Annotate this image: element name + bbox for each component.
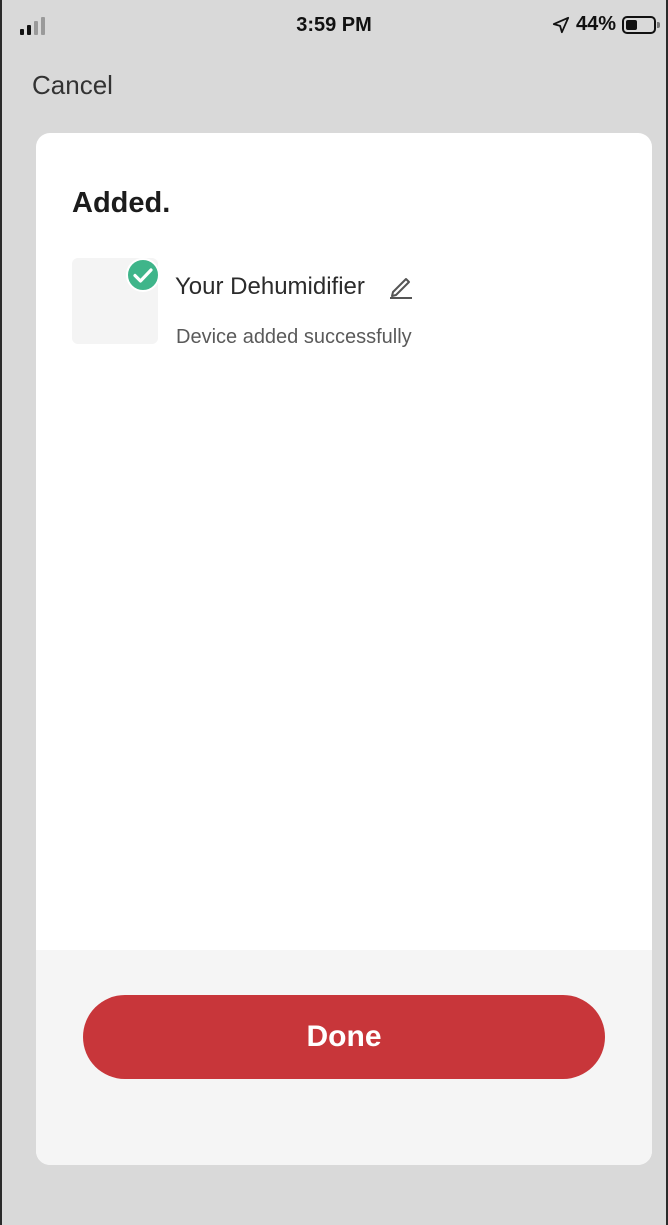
done-button[interactable]: Done <box>83 995 605 1079</box>
status-right-group: 44% <box>552 13 660 36</box>
cancel-button[interactable]: Cancel <box>32 70 113 101</box>
check-circle-icon <box>126 258 160 292</box>
edit-pencil-icon[interactable] <box>387 272 415 300</box>
device-name: Your Dehumidifier <box>175 273 365 300</box>
app-screen: 3:59 PM 44% Cancel Added. Your Dehumidif… <box>0 0 668 1225</box>
battery-percent: 44% <box>575 13 616 35</box>
device-added-card: Added. Your Dehumidifier Device added su… <box>36 133 652 1165</box>
battery-icon <box>622 15 660 34</box>
location-arrow-icon <box>552 16 570 33</box>
battery-fill <box>626 19 637 30</box>
page-title: Added. <box>72 187 171 219</box>
status-bar: 3:59 PM 44% <box>2 0 666 52</box>
device-status-text: Device added successfully <box>176 326 412 348</box>
